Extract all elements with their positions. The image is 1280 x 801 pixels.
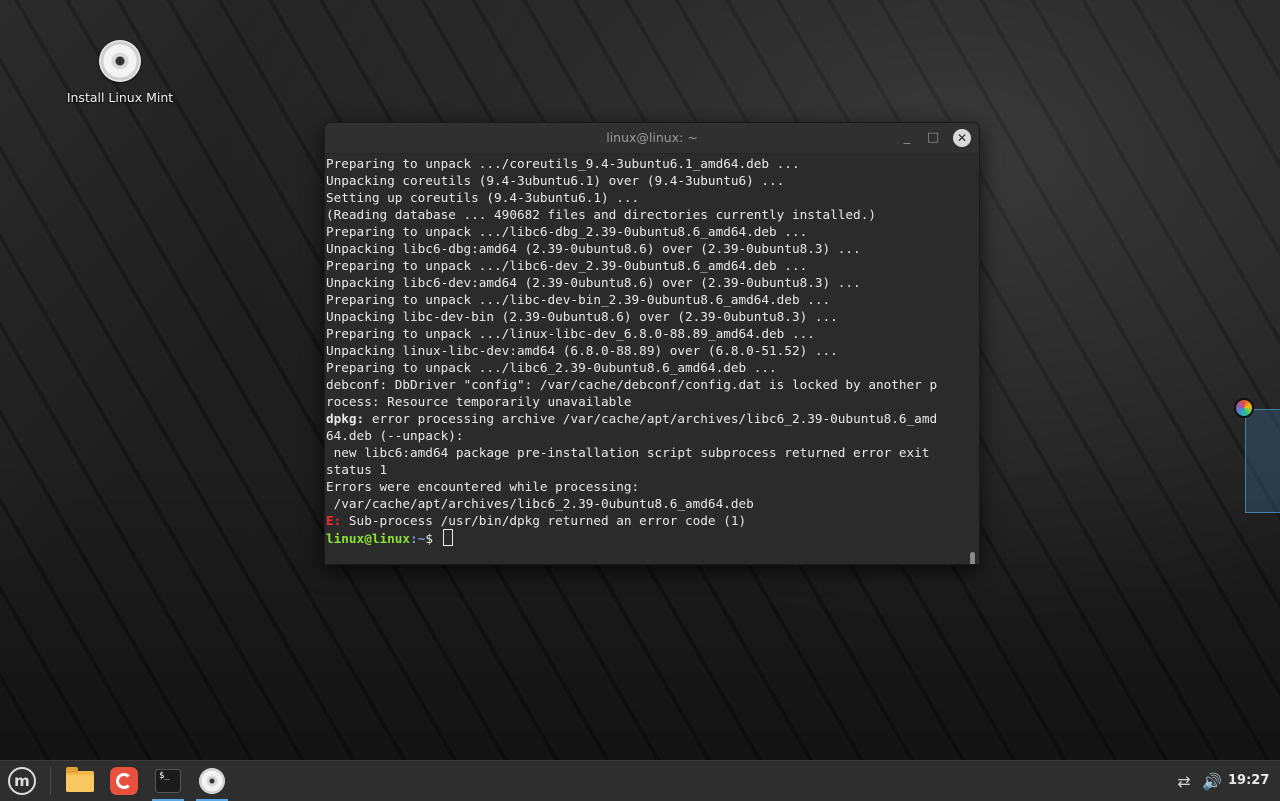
terminal-line: debconf: DbDriver "config": /var/cache/d… — [326, 377, 938, 392]
terminal-line: /var/cache/apt/archives/libc6_2.39-0ubun… — [326, 496, 754, 511]
linux-mint-logo-icon: m — [8, 767, 36, 795]
terminal-line: 64.deb (--unpack): — [326, 428, 464, 443]
terminal-line: (Reading database ... 490682 files and d… — [326, 207, 876, 222]
terminal-output[interactable]: Preparing to unpack .../coreutils_9.4-3u… — [325, 154, 979, 564]
files-launcher[interactable] — [60, 761, 100, 801]
terminal-line: Errors were encountered while processing… — [326, 479, 640, 494]
edge-panel[interactable] — [1245, 409, 1280, 513]
terminal-launcher[interactable]: $_ — [148, 761, 188, 801]
terminal-line: Unpacking libc-dev-bin (2.39-0ubuntu8.6)… — [326, 309, 838, 324]
firefox-icon — [110, 767, 138, 795]
clock[interactable]: 19:27 — [1228, 773, 1269, 788]
terminal-line: Preparing to unpack .../libc6-dbg_2.39-0… — [326, 224, 808, 239]
terminal-line: Unpacking libc6-dev:amd64 (2.39-0ubuntu8… — [326, 275, 861, 290]
prompt-user: linux@linux — [326, 531, 411, 546]
close-button[interactable]: ✕ — [953, 129, 971, 147]
desktop: Install Linux Mint linux@linux: ~ _ □ ✕ … — [0, 0, 1280, 760]
terminal-line: Preparing to unpack .../libc6-dev_2.39-0… — [326, 258, 808, 273]
terminal-line: Unpacking coreutils (9.4-3ubuntu6.1) ove… — [326, 173, 785, 188]
terminal-icon: $_ — [155, 769, 181, 793]
terminal-line: Setting up coreutils (9.4-3ubuntu6.1) ..… — [326, 190, 640, 205]
firefox-launcher[interactable] — [104, 761, 144, 801]
prompt-symbol: $ — [425, 531, 441, 546]
disc-icon — [199, 768, 225, 794]
window-title: linux@linux: ~ — [606, 130, 698, 145]
volume-icon: 🔊 — [1202, 771, 1222, 791]
terminal-line: Preparing to unpack .../libc-dev-bin_2.3… — [326, 292, 831, 307]
disc-icon — [99, 40, 141, 82]
dpkg-label: dpkg: — [326, 411, 365, 426]
terminal-line: rocess: Resource temporarily unavailable — [326, 394, 632, 409]
taskbar: m $_ ⇄ 🔊 19:27 — [0, 760, 1280, 801]
window-titlebar[interactable]: linux@linux: ~ _ □ ✕ — [325, 123, 979, 154]
volume-tray-button[interactable]: 🔊 — [1192, 761, 1232, 801]
minimize-button[interactable]: _ — [897, 128, 917, 148]
terminal-line: Unpacking linux-libc-dev:amd64 (6.8.0-88… — [326, 343, 838, 358]
error-label: E: — [326, 513, 342, 528]
terminal-cursor[interactable] — [442, 529, 453, 546]
desktop-icon-label: Install Linux Mint — [66, 90, 174, 105]
color-picker-icon[interactable] — [1234, 398, 1254, 418]
installer-launcher[interactable] — [192, 761, 232, 801]
terminal-line: Preparing to unpack .../coreutils_9.4-3u… — [326, 156, 800, 171]
terminal-line: Unpacking libc6-dbg:amd64 (2.39-0ubuntu8… — [326, 241, 861, 256]
terminal-line: Preparing to unpack .../libc6_2.39-0ubun… — [326, 360, 777, 375]
folder-icon — [66, 766, 94, 792]
terminal-window[interactable]: linux@linux: ~ _ □ ✕ Preparing to unpack… — [324, 122, 980, 565]
menu-button[interactable]: m — [2, 761, 42, 801]
terminal-line: Preparing to unpack .../linux-libc-dev_6… — [326, 326, 815, 341]
terminal-line: status 1 — [326, 462, 388, 477]
terminal-line: error processing archive /var/cache/apt/… — [364, 411, 938, 426]
error-text: Sub-process /usr/bin/dpkg returned an er… — [341, 513, 747, 528]
prompt-path: :~ — [410, 531, 426, 546]
terminal-scrollbar[interactable] — [970, 552, 975, 564]
desktop-icon-install-linux-mint[interactable]: Install Linux Mint — [60, 40, 180, 105]
maximize-button[interactable]: □ — [923, 128, 943, 148]
terminal-line: new libc6:amd64 package pre-installation… — [326, 445, 930, 460]
network-icon: ⇄ — [1177, 771, 1191, 791]
taskbar-separator — [50, 767, 51, 795]
